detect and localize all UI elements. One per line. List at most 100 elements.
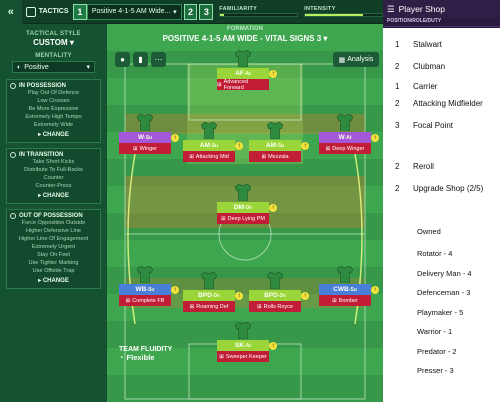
instruction-arrow-icon[interactable]: ↑ <box>171 134 179 142</box>
role-icon: ⊞ <box>261 153 267 160</box>
instruction-arrow-icon[interactable]: ↑ <box>371 286 379 294</box>
player-position: DM - De <box>217 202 269 213</box>
tactic-slot-1[interactable]: 1 <box>73 3 87 20</box>
player-card[interactable]: W - At ⊞ Deep Winger <box>319 132 371 154</box>
tactics-sidebar: TACTICAL STYLE CUSTOM ▾ MENTALITY ◐ Posi… <box>0 24 107 402</box>
instruction-arrow-icon[interactable]: ↑ <box>171 286 179 294</box>
analysis-icon: ▦ <box>338 56 346 64</box>
instruction-item: Extremely Urgent <box>31 244 76 250</box>
settings-icon[interactable]: ● <box>115 52 130 67</box>
duty-text: De <box>213 292 220 299</box>
duty-text: Su <box>211 142 219 149</box>
tactic-select[interactable]: Positive 4-1-5 AM Wide... ▾ <box>86 3 182 20</box>
tab-tactics-label: TACTICS <box>38 8 69 15</box>
instruction-arrow-icon[interactable]: ↑ <box>235 142 243 150</box>
analysis-button[interactable]: ▦ Analysis <box>333 52 379 67</box>
role-text: Rolls Royce <box>263 303 293 310</box>
instruction-arrow-icon[interactable]: ↑ <box>269 70 277 78</box>
change-button[interactable]: ▸ CHANGE <box>10 192 97 199</box>
player-card[interactable]: AF - At ⊞ Advanced Forward <box>217 68 269 91</box>
tactic-slot-3[interactable]: 3 <box>199 3 214 20</box>
mentality-select[interactable]: ◐ Positive ▾ <box>12 61 95 73</box>
duty-text: At <box>245 70 251 77</box>
player-card[interactable]: W - Su ⊞ Winger <box>119 132 171 154</box>
player-shirt-icon <box>234 321 252 340</box>
menu-icon[interactable]: ☰ <box>387 4 395 15</box>
instruction-arrow-icon[interactable]: ↑ <box>371 134 379 142</box>
instruction-item: Higher Line Of Engagement <box>18 236 89 242</box>
role-text: Deep Lying PM <box>227 215 265 222</box>
instruction-item: Use Offside Trap <box>32 268 75 274</box>
instruction-panels: IN POSSESSION Play Out Of Defence Low Cros… <box>0 79 107 289</box>
fluidity-icon: ◔ <box>119 353 124 362</box>
player-card[interactable]: SK - At ⊞ Sweeper Keeper <box>217 340 269 362</box>
player-card[interactable]: DM - De ⊞ Deep Lying PM <box>217 202 269 224</box>
instruction-arrow-icon[interactable]: ↑ <box>269 204 277 212</box>
shop-body: 1 Stalwart 2 Clubman 1 Carrier 2 Attacking Midf… <box>383 28 500 402</box>
back-button[interactable]: « <box>0 0 22 24</box>
position-text: AM <box>265 142 277 149</box>
duty-text: At <box>245 342 251 349</box>
role-icon: ⊞ <box>257 303 262 310</box>
player-card[interactable]: WB - Su ⊞ Complete FB <box>119 284 171 306</box>
team-fluidity: TEAM FLUIDITY ◔ Flexible <box>119 346 172 362</box>
player-shirt-icon <box>336 113 354 132</box>
role-text: Advanced Forward <box>223 78 249 91</box>
player-card[interactable]: CWB - Su ⊞ Bomber <box>319 284 371 306</box>
bar-chart-icon[interactable]: ▮ <box>133 52 148 67</box>
player-card[interactable]: BPD - De ⊞ Rolls Royce <box>249 290 301 312</box>
player-card[interactable]: BPD - De ⊞ Roaming Def <box>183 290 235 312</box>
role-icon: ⊞ <box>132 145 138 152</box>
role-text: Attacking Mid <box>195 153 229 160</box>
top-bar: « TACTICS 1 Positive 4-1-5 AM Wide... ▾ … <box>0 0 383 24</box>
back-icon: « <box>7 5 14 18</box>
player-shirt-icon <box>136 265 154 284</box>
position-text: CWB <box>333 286 349 293</box>
position-text: SK <box>235 342 245 349</box>
shop-item-label: Upgrade Shop (2/5) <box>413 184 484 193</box>
tab-tactics[interactable]: TACTICS <box>22 0 73 24</box>
instruction-arrow-icon[interactable]: ↑ <box>269 342 277 350</box>
change-button[interactable]: ▸ CHANGE <box>10 277 97 284</box>
instruction-arrow-icon[interactable]: ↑ <box>235 292 243 300</box>
role-icon: ⊞ <box>189 303 195 310</box>
formation-select[interactable]: POSITIVE 4-1-5 AM WIDE - VITAL SIGNS 3 ▾ <box>107 34 383 43</box>
instruction-panel: OUT OF POSSESSION Force Opposition Outsid… <box>6 209 101 289</box>
more-options-icon[interactable]: ⋯ <box>151 52 166 67</box>
instruction-item: Extremely Wide <box>33 122 74 128</box>
tactic-select-value: Positive 4-1-5 AM Wide... <box>91 8 171 15</box>
shop-item-label: Carrier <box>413 82 438 91</box>
duty-text: De <box>279 292 286 299</box>
position-text: BPD <box>198 292 212 299</box>
owned-item: Warrior - 1 <box>417 327 453 336</box>
shop-item-label: Focal Point <box>413 121 454 130</box>
role-icon: ⊞ <box>217 81 222 88</box>
player-position: SK - At <box>217 340 269 351</box>
player-role: ⊞ Attacking Mid <box>183 151 235 162</box>
fluidity-label: TEAM FLUIDITY <box>119 346 173 353</box>
player-position: AM - Su <box>183 140 235 151</box>
player-shirt-icon <box>200 271 218 290</box>
player-shirt-icon <box>200 121 218 140</box>
intensity-meter[interactable]: INTENSITY <box>304 6 383 17</box>
role-icon: ⊞ <box>125 297 131 304</box>
instruction-arrow-icon[interactable]: ↑ <box>301 142 309 150</box>
familiarity-meter[interactable]: FAMILIARITY <box>219 6 299 17</box>
player-position: AM - Su <box>249 140 301 151</box>
instruction-item: Stay On Feet <box>37 252 70 258</box>
player-position: BPD - De <box>183 290 235 301</box>
duty-text: At <box>346 134 352 141</box>
instruction-arrow-icon[interactable]: ↑ <box>301 292 309 300</box>
player-card[interactable]: AM - Su ⊞ Attacking Mid <box>183 140 235 162</box>
tactic-slot-2[interactable]: 2 <box>183 3 198 20</box>
player-card[interactable]: AM - Su ⊞ Mezzala <box>249 140 301 162</box>
player-role: ⊞ Rolls Royce <box>249 301 301 312</box>
tactical-style-value[interactable]: CUSTOM ▾ <box>0 38 107 47</box>
shop-item-label: Attacking Midfielder <box>413 99 483 108</box>
pitch-area: FORMATION POSITIVE 4-1-5 AM WIDE - VITAL… <box>107 24 383 402</box>
change-button[interactable]: ▸ CHANGE <box>10 131 97 138</box>
panel-icon <box>10 213 16 219</box>
duty-text: Su <box>145 134 153 141</box>
player-role: ⊞ Sweeper Keeper <box>217 351 269 362</box>
role-icon: ⊞ <box>189 153 194 160</box>
